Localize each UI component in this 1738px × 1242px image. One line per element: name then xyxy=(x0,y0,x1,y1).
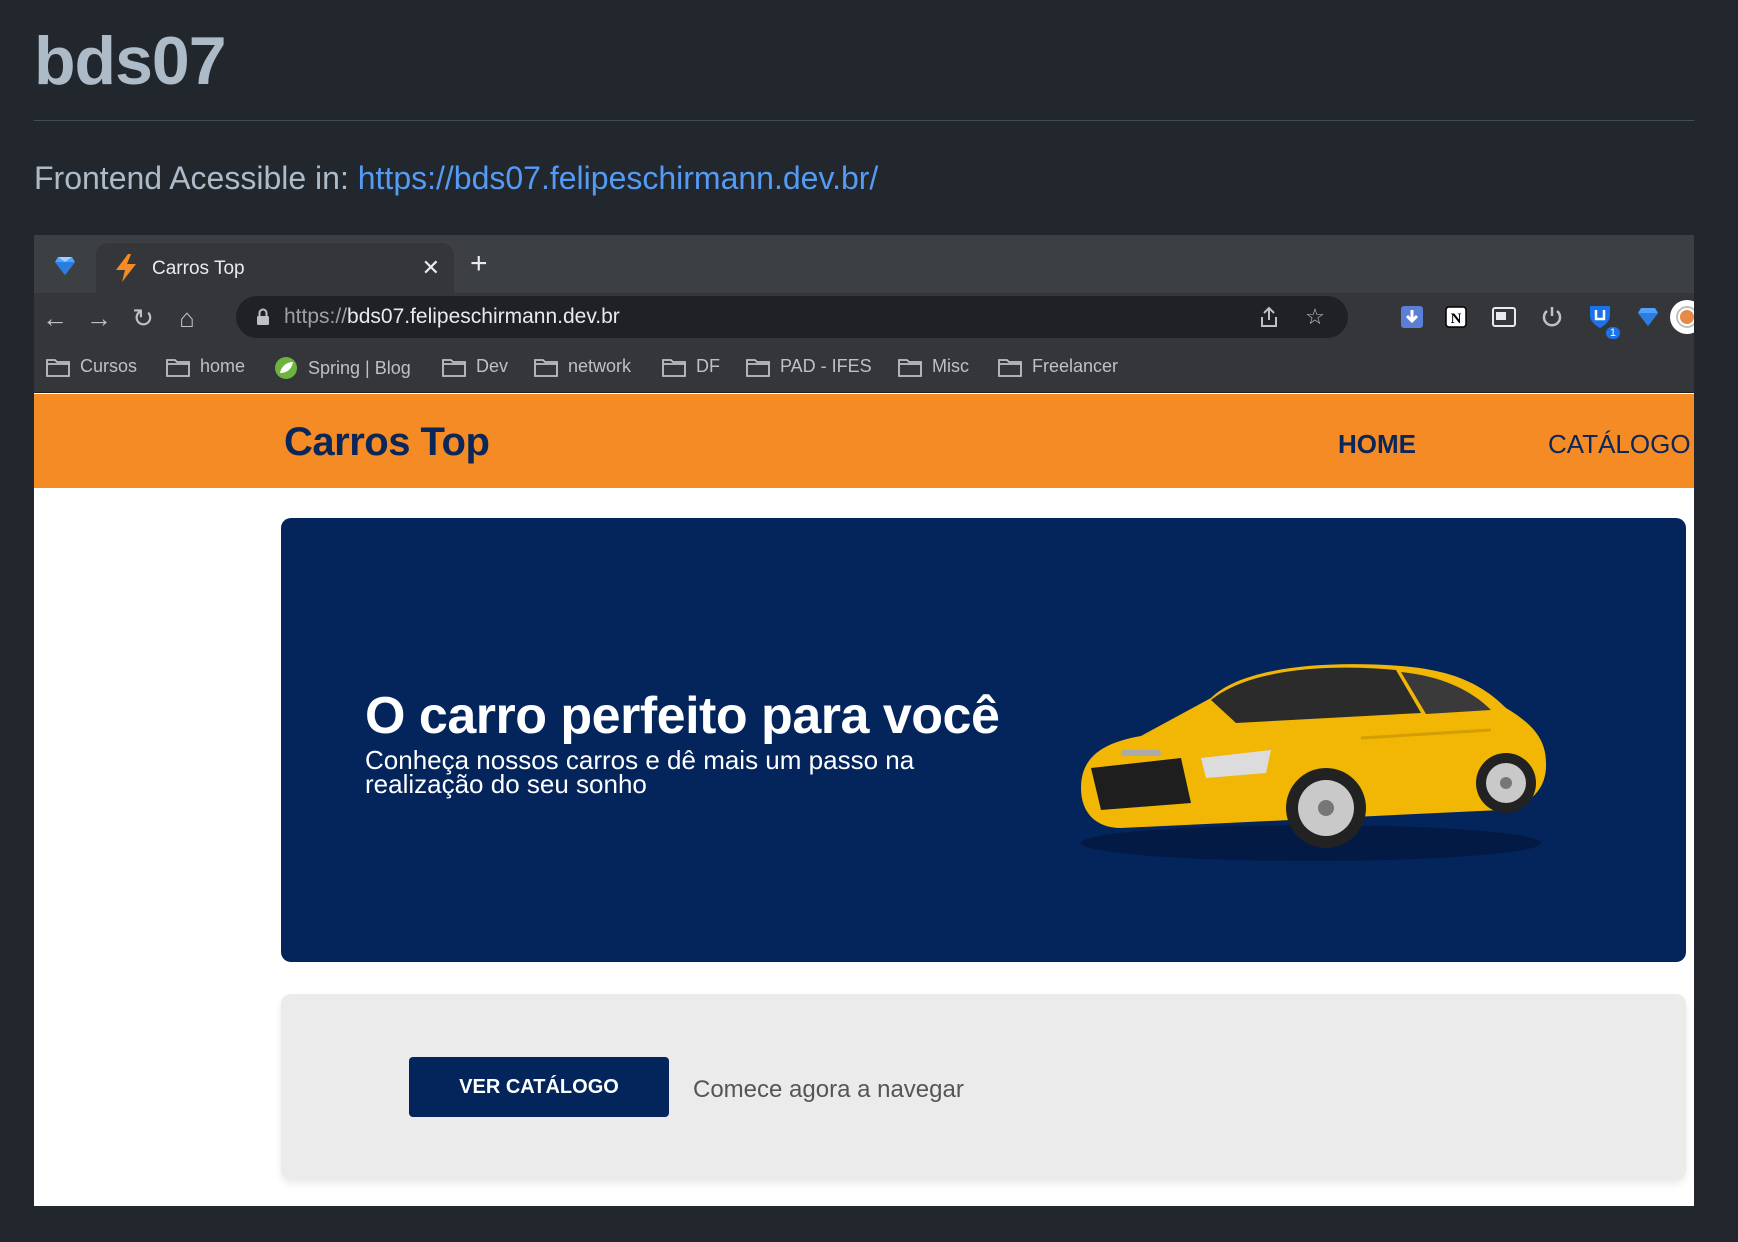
profile-avatar-icon[interactable] xyxy=(1668,298,1694,336)
tab-strip: Carros Top ✕ + xyxy=(34,235,1694,293)
power-icon[interactable] xyxy=(1536,301,1568,333)
svg-text:N: N xyxy=(1451,311,1462,327)
address-bar[interactable]: https://bds07.felipeschirmann.dev.br ☆ xyxy=(236,296,1348,338)
bookmark-star-icon[interactable]: ☆ xyxy=(1300,302,1330,332)
bookmark-label: network xyxy=(568,356,632,376)
bookmark-folder-df[interactable]: DF xyxy=(662,356,720,377)
forward-arrow-icon[interactable]: → xyxy=(82,301,116,335)
hero-subtitle: Conheça nossos carros e dê mais um passo… xyxy=(365,745,915,799)
site-navbar: Carros Top HOME CATÁLOGO xyxy=(34,394,1694,488)
tab-carros-top[interactable]: Carros Top ✕ xyxy=(96,243,454,293)
reload-icon[interactable]: ↻ xyxy=(126,301,160,335)
folder-icon xyxy=(662,358,686,377)
brand-logo[interactable]: Carros Top xyxy=(284,420,490,465)
browser-toolbar: ← → ↻ ⌂ https://bds07.felipeschirmann.de… xyxy=(34,293,1694,343)
back-arrow-icon[interactable]: ← xyxy=(38,301,72,335)
diamond-icon[interactable] xyxy=(48,249,82,283)
folder-icon xyxy=(746,358,770,377)
view-catalog-button[interactable]: VER CATÁLOGO xyxy=(409,1057,669,1117)
lock-icon xyxy=(257,308,269,325)
tab-title: Carros Top xyxy=(152,258,245,279)
readme-title: bds07 xyxy=(34,23,227,99)
home-icon[interactable]: ⌂ xyxy=(170,301,204,335)
cta-text: Comece agora a navegar xyxy=(693,1076,964,1103)
bookmark-label: PAD - IFES xyxy=(780,356,872,376)
share-icon[interactable] xyxy=(1254,302,1284,332)
url-scheme: https:// xyxy=(284,305,348,328)
bookmarks-bar: Cursos home Spring | Blog Dev network DF… xyxy=(34,343,1694,393)
hero-banner: O carro perfeito para você Conheça nosso… xyxy=(281,518,1686,962)
bookmark-label: Freelancer xyxy=(1032,356,1119,376)
folder-icon xyxy=(442,358,466,377)
browser-screenshot: Carros Top ✕ + ← → ↻ ⌂ https://bds07.fel… xyxy=(34,235,1694,1206)
url-text: https://bds07.felipeschirmann.dev.br xyxy=(284,305,620,329)
close-icon[interactable]: ✕ xyxy=(422,255,440,281)
bookmark-folder-cursos[interactable]: Cursos xyxy=(46,356,137,377)
extension-badge: 1 xyxy=(1605,327,1620,339)
readme-line-prefix: Frontend Acessible in: xyxy=(34,160,349,196)
bookmark-folder-freelancer[interactable]: Freelancer xyxy=(998,356,1118,377)
heading-divider xyxy=(34,120,1694,121)
folder-icon xyxy=(898,358,922,377)
bookmark-label: Misc xyxy=(932,356,969,376)
bookmark-label: Cursos xyxy=(80,356,138,376)
yellow-car-image xyxy=(1081,664,1547,861)
bookmark-folder-network[interactable]: network xyxy=(534,356,631,377)
bookmark-spring-blog[interactable]: Spring | Blog xyxy=(274,356,411,380)
readme-paragraph: Frontend Acessible in: https://bds07.fel… xyxy=(34,160,878,197)
spring-leaf-icon xyxy=(275,357,297,379)
lightning-icon xyxy=(116,254,136,282)
bookmark-folder-home[interactable]: home xyxy=(166,356,245,377)
bookmark-folder-misc[interactable]: Misc xyxy=(898,356,969,377)
frontend-link[interactable]: https://bds07.felipeschirmann.dev.br/ xyxy=(358,160,879,196)
bookmark-folder-pad-ifes[interactable]: PAD - IFES xyxy=(746,356,872,377)
nav-link-home[interactable]: HOME xyxy=(1338,429,1416,460)
shield-extension-icon[interactable]: 1 xyxy=(1584,301,1620,339)
folder-icon xyxy=(998,358,1022,377)
url-host: bds07.felipeschirmann.dev.br xyxy=(347,305,620,328)
bookmark-label: Dev xyxy=(476,356,509,376)
bookmark-folder-dev[interactable]: Dev xyxy=(442,356,508,377)
folder-icon xyxy=(534,358,558,377)
bookmark-label: home xyxy=(200,356,246,376)
hero-title: O carro perfeito para você xyxy=(365,687,1000,745)
nav-link-catalog[interactable]: CATÁLOGO xyxy=(1548,429,1691,460)
folder-icon xyxy=(166,358,190,377)
notion-icon[interactable]: N xyxy=(1440,301,1472,333)
bookmark-label: DF xyxy=(696,356,720,376)
new-tab-plus-icon[interactable]: + xyxy=(470,249,488,279)
picture-in-picture-icon[interactable] xyxy=(1488,301,1520,333)
cta-card: VER CATÁLOGO Comece agora a navegar xyxy=(281,994,1686,1180)
diamond-extension-icon[interactable] xyxy=(1632,301,1664,333)
download-extension-icon[interactable] xyxy=(1396,301,1428,333)
bookmark-label: Spring | Blog xyxy=(308,357,411,378)
folder-icon xyxy=(46,358,70,377)
website-viewport: Carros Top HOME CATÁLOGO O carro perfeit… xyxy=(34,394,1694,1206)
